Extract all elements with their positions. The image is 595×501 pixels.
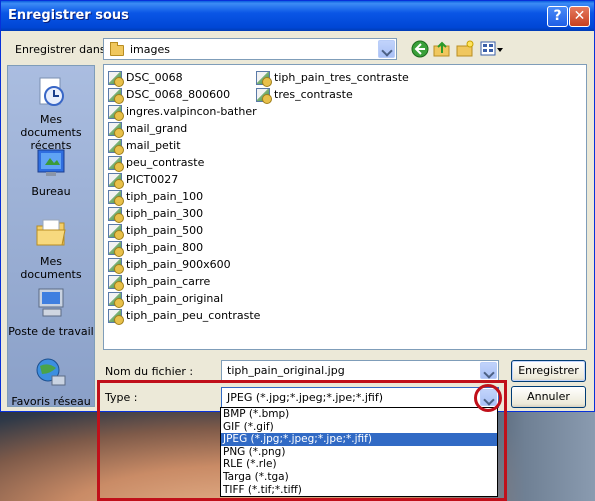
file-name: mail_grand (126, 122, 188, 135)
place-desktop[interactable]: Bureau (8, 146, 94, 198)
my-computer-icon (38, 288, 64, 317)
file-name: tiph_pain_tres_contraste (274, 71, 409, 84)
up-folder-icon[interactable] (433, 40, 451, 58)
file-name: DSC_0068_800600 (126, 88, 231, 101)
title-bar[interactable]: Enregistrer sous ? ✕ (1, 1, 594, 31)
help-button[interactable]: ? (547, 6, 568, 27)
place-network-places[interactable]: Favoris réseau (8, 356, 94, 408)
image-file-icon (108, 122, 124, 138)
place-label: Favoris réseau (11, 395, 91, 408)
image-file-icon (108, 139, 124, 155)
file-name: ingres.valpincon-bather (126, 105, 257, 118)
file-name: tiph_pain_100 (126, 190, 204, 203)
filename-label: Nom du fichier : (105, 365, 194, 378)
image-file-icon (108, 88, 124, 104)
back-icon[interactable] (411, 40, 429, 58)
image-file-icon (108, 207, 124, 223)
file-name: PICT0027 (126, 173, 179, 186)
place-my-documents[interactable]: Mes documents (8, 216, 94, 281)
image-file-icon (108, 292, 124, 308)
close-icon: ✕ (573, 8, 586, 24)
filename-input[interactable]: tiph_pain_original.jpg (221, 360, 499, 381)
place-recent-documents[interactable]: Mes documents récents (8, 74, 94, 152)
file-name: peu_contraste (126, 156, 205, 169)
save-button[interactable]: Enregistrer (511, 360, 586, 382)
filename-value: tiph_pain_original.jpg (227, 364, 345, 377)
file-name: DSC_0068 (126, 71, 183, 84)
file-name: tiph_pain_original (126, 292, 224, 305)
folder-icon (110, 42, 124, 56)
my-documents-icon (36, 219, 66, 246)
file-name: tres_contraste (274, 88, 353, 101)
recent-documents-icon (39, 77, 64, 106)
highlight-circle (474, 384, 502, 412)
place-label: Poste de travail (8, 325, 94, 338)
desktop-icon (37, 149, 65, 176)
lookin-label: Enregistrer dans : (15, 43, 113, 56)
file-name: tiph_pain_300 (126, 207, 204, 220)
image-file-icon (108, 241, 124, 257)
file-name: tiph_pain_500 (126, 224, 204, 237)
file-name: tiph_pain_carre (126, 275, 211, 288)
image-file-icon (108, 190, 124, 206)
image-file-icon (108, 156, 124, 172)
image-file-icon (108, 309, 124, 325)
file-name: tiph_pain_900x600 (126, 258, 231, 271)
help-icon: ? (553, 8, 562, 24)
file-name: mail_petit (126, 139, 181, 152)
place-my-computer[interactable]: Poste de travail (8, 286, 94, 338)
place-label: Bureau (31, 185, 71, 198)
new-folder-icon[interactable] (456, 40, 474, 58)
chevron-down-icon[interactable] (378, 40, 395, 58)
image-file-icon (256, 71, 272, 87)
image-file-icon (256, 88, 272, 104)
image-file-icon (108, 71, 124, 87)
highlight-box (97, 380, 507, 501)
file-name: tiph_pain_800 (126, 241, 204, 254)
image-file-icon (108, 105, 124, 121)
window-title: Enregistrer sous (8, 8, 129, 23)
places-bar: Mes documents récents Bureau Mes documen… (7, 65, 95, 408)
file-list[interactable]: DSC_0068 DSC_0068_800600 ingres.valpincon-… (103, 64, 587, 350)
chevron-down-icon[interactable] (480, 362, 497, 379)
view-menu-icon[interactable] (480, 40, 504, 58)
image-file-icon (108, 224, 124, 240)
image-file-icon (108, 275, 124, 291)
save-as-dialog: Enregistrer sous ? ✕ Enregistrer dans : … (0, 0, 595, 412)
lookin-combo[interactable]: images (103, 38, 397, 60)
lookin-value: images (130, 43, 170, 56)
image-file-icon (108, 258, 124, 274)
cancel-button[interactable]: Annuler (511, 386, 586, 408)
file-name: tiph_pain_peu_contraste (126, 309, 261, 322)
network-places-icon (36, 358, 66, 386)
close-button[interactable]: ✕ (569, 6, 590, 27)
image-file-icon (108, 173, 124, 189)
place-label: Mes documents (20, 255, 82, 281)
